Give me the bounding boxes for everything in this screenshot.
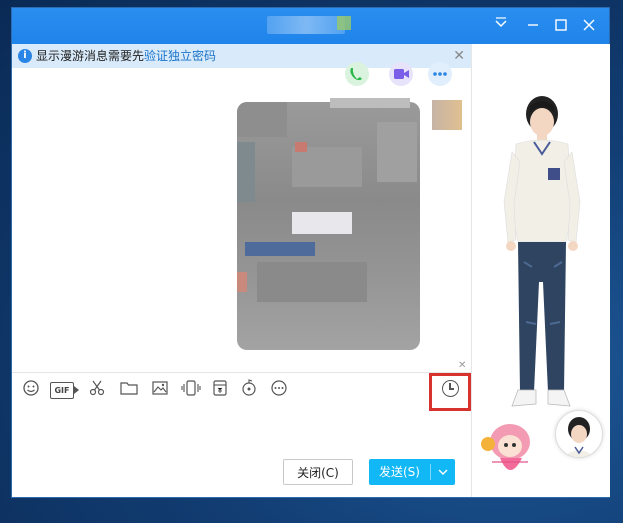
dress-up-icon[interactable] xyxy=(491,16,511,36)
gif-icon[interactable]: GIF xyxy=(50,382,79,399)
voice-call-icon[interactable] xyxy=(345,62,369,86)
self-avatar[interactable] xyxy=(555,410,603,458)
image-message[interactable] xyxy=(237,102,420,350)
send-separator xyxy=(430,464,431,480)
pet-sticker[interactable] xyxy=(472,414,547,484)
online-status-icon xyxy=(337,16,351,30)
notice-prefix: 显示漫游消息需要先 xyxy=(36,49,145,63)
minimize-button[interactable] xyxy=(523,16,543,36)
message-input[interactable] xyxy=(12,406,471,456)
video-call-icon[interactable] xyxy=(389,62,413,86)
send-button[interactable]: 发送(S) xyxy=(369,459,455,485)
shake-icon[interactable] xyxy=(180,379,202,401)
image-icon[interactable] xyxy=(149,379,171,401)
title-bar[interactable] xyxy=(12,8,609,44)
more-call-options-icon[interactable] xyxy=(428,62,452,86)
show-avatar-figure[interactable] xyxy=(502,92,582,422)
send-label: 发送(S) xyxy=(379,465,420,479)
history-icon[interactable] xyxy=(442,380,459,397)
music-icon[interactable] xyxy=(238,379,260,401)
scissors-icon[interactable] xyxy=(86,379,108,401)
close-notice-icon[interactable]: ✕ xyxy=(453,44,465,68)
folder-icon[interactable] xyxy=(118,379,140,401)
chat-window: i 显示漫游消息需要先验证独立密码 ✕ ✕ GIF 关闭(C) 发送(S) xyxy=(12,8,610,497)
notice-text: 显示漫游消息需要先验证独立密码 xyxy=(36,44,216,68)
blurred-sender-avatar xyxy=(432,100,462,130)
maximize-button[interactable] xyxy=(551,16,571,36)
blurred-contact-name xyxy=(267,16,345,34)
input-toolbar: GIF xyxy=(12,372,471,407)
blurred-message-header xyxy=(330,98,410,108)
emoji-icon[interactable] xyxy=(20,379,42,401)
red-packet-icon[interactable] xyxy=(209,379,231,401)
send-options-chevron-icon[interactable] xyxy=(435,459,451,488)
more-icon[interactable] xyxy=(268,379,290,401)
verify-password-link[interactable]: 验证独立密码 xyxy=(144,49,216,63)
close-window-button[interactable] xyxy=(579,16,599,36)
info-icon: i xyxy=(18,49,32,63)
show-avatar-panel xyxy=(471,44,610,497)
collapse-arrow-icon[interactable]: ✕ xyxy=(458,360,466,371)
close-button[interactable]: 关闭(C) xyxy=(283,459,353,485)
